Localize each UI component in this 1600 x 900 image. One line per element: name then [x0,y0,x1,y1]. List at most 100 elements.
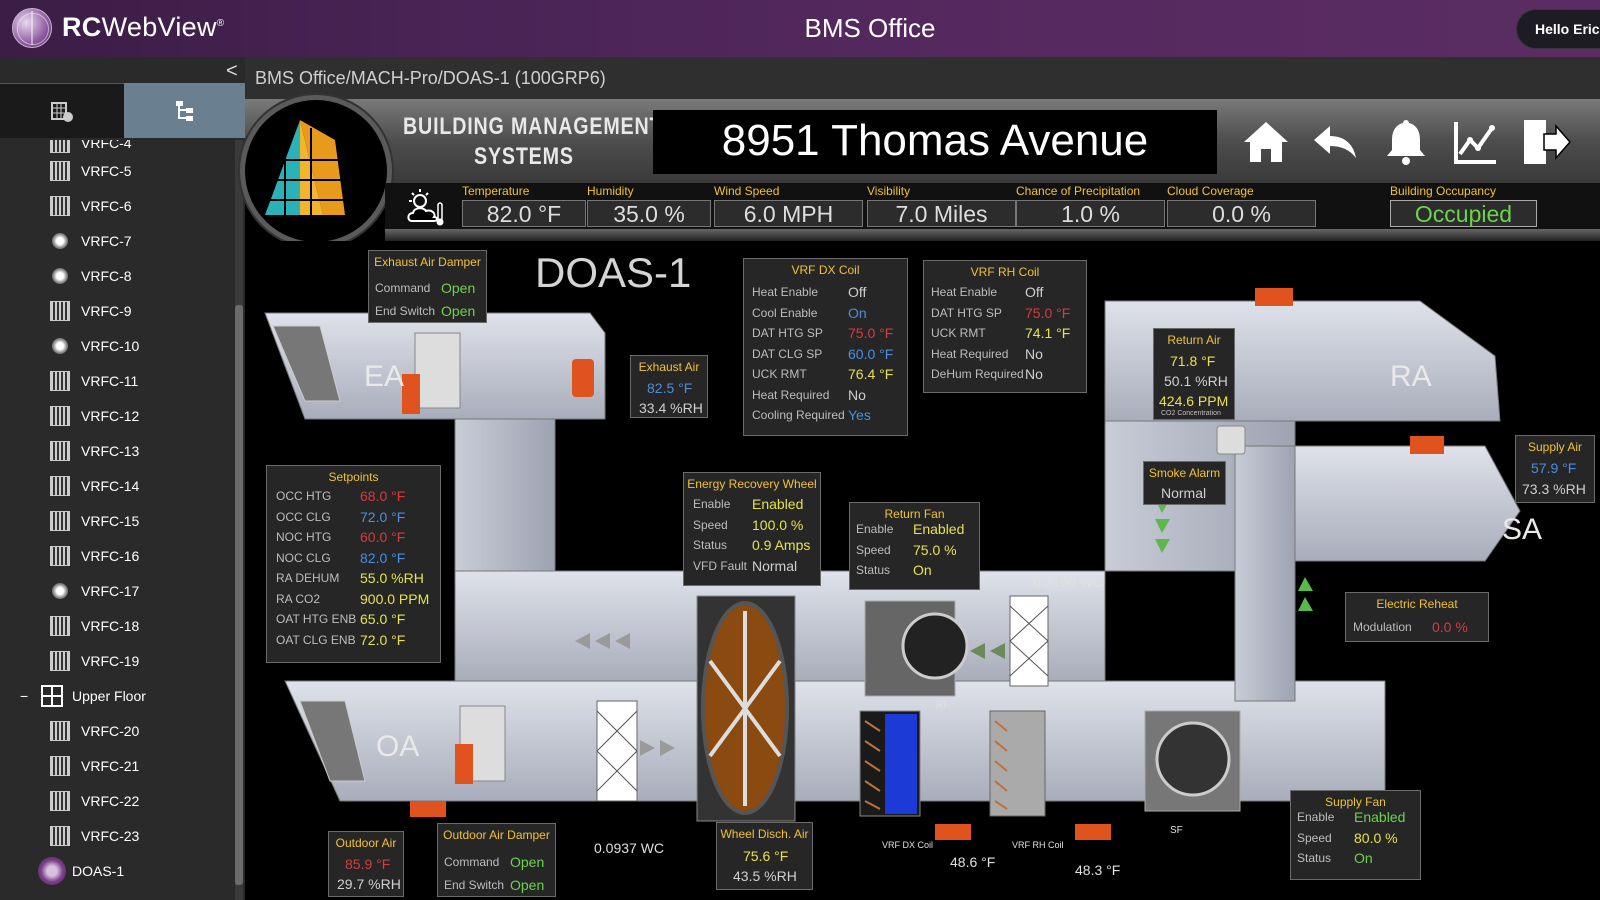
back-arrow-icon[interactable] [1310,116,1362,168]
setpoints-row-label-3: NOC CLG [276,550,331,565]
sidebar-item-label: VRFC-14 [81,478,140,494]
reheat-modulation-label: Modulation [1353,620,1412,634]
sidebar-item-vrfc-9[interactable]: VRFC-9 [0,295,236,327]
wheel-discharge-air-panel[interactable]: Wheel Disch. Air 75.6 °F 43.5 %RH [716,822,813,890]
breadcrumb: BMS Office/MACH-Pro/DOAS-1 (100GRP6) [255,68,606,88]
sidebar-item-vrfc-17[interactable]: VRFC-17 [0,575,236,607]
dx_coil-row-label-5: Heat Required [752,387,830,402]
sidebar-item-vrfc-7[interactable]: VRFC-7 [0,225,236,257]
setpoints-row-value-4: 55.0 %RH [360,570,424,586]
rh_coil-row-label-0: Heat Enable [931,285,998,299]
sidebar-scrollbar-thumb[interactable] [235,305,243,885]
exhaust-damper-title: Exhaust Air Damper [374,255,481,269]
exhaust-air-damper-panel[interactable]: Exhaust Air Damper Command Open End Swit… [368,250,487,323]
app-title: BMS Office [804,13,936,43]
sidebar-item-vrfc-19[interactable]: VRFC-19 [0,645,236,677]
sidebar-item-label: VRFC-9 [81,303,132,319]
sidebar-item-vrfc-14[interactable]: VRFC-14 [0,470,236,502]
home-icon[interactable] [1240,116,1292,168]
supply-air-rh: 73.3 %RH [1522,481,1586,497]
sidebar-item-vrfc-12[interactable]: VRFC-12 [0,400,236,432]
setpoints-row-value-7: 72.0 °F [360,631,406,648]
building-logo-icon [265,120,345,215]
sidebar-item-vrfc-10[interactable]: VRFC-10 [0,330,236,362]
sidebar-item-upper-floor[interactable]: − Upper Floor [0,680,236,712]
return-fan-panel[interactable]: Return Fan Enable Enabled Speed 75.0 % Statu… [849,502,980,590]
weather-label-0: Temperature [462,184,530,198]
sidebar-item-vrfc-18[interactable]: VRFC-18 [0,610,236,642]
energy-recovery-wheel-panel[interactable]: Energy Recovery Wheel Enable Enabled Speed… [683,472,821,586]
user-menu-button[interactable]: Hello Eric [1516,9,1600,49]
dx_coil-row-label-1: Cool Enable [752,305,818,320]
return_fan-row-label-1: Speed [856,542,891,557]
erw-row-label-0: Enable [693,497,731,511]
sidebar-item-vrfc-16[interactable]: VRFC-16 [0,540,236,572]
sidebar-item-vrfc-15[interactable]: VRFC-15 [0,505,236,537]
outdoor-air-damper-panel[interactable]: Outdoor Air Damper Command Open End Swit… [437,823,556,897]
supply-fan-panel[interactable]: Supply Fan Enable Enabled Speed 80.0 % Statu… [1290,790,1421,880]
sidebar-item-vrfc-6[interactable]: VRFC-6 [0,190,236,222]
sidebar-item-vrfc-8[interactable]: VRFC-8 [0,260,236,292]
trend-chart-icon[interactable] [1450,116,1502,168]
sidebar-item-label: VRFC-22 [81,793,140,809]
tab-building-map[interactable] [0,83,124,138]
tab-tree-view[interactable] [124,83,245,138]
vrf-unit-icon [50,546,70,566]
sidebar-item-vrfc-11[interactable]: VRFC-11 [0,365,236,397]
vrf-dx-coil-panel[interactable]: VRF DX Coil Heat Enable Off Cool Enable On D… [743,258,908,436]
setpoints-panel[interactable]: Setpoints OCC HTG 68.0 °F OCC CLG 72.0 °F NO… [266,465,441,663]
exhaust-damper-switch-value: Open [441,303,476,319]
dx_coil-row-label-6: Cooling Required [752,408,845,422]
sidebar-item-doas-1[interactable]: DOAS-1 [0,855,236,887]
vrf-unit-icon [50,721,70,741]
sidebar-item-vrfc-13[interactable]: VRFC-13 [0,435,236,467]
sidebar-item-vrfc-20[interactable]: VRFC-20 [0,715,236,747]
supply-air-panel[interactable]: Supply Air 57.9 °F 73.3 %RH [1515,435,1595,503]
sidebar-item-label: VRFC-11 [81,373,139,389]
return-air-panel[interactable]: Return Air 71.8 °F 50.1 %RH 424.6 PPM CO… [1153,328,1235,420]
collapse-sidebar-chevron-icon[interactable]: < [226,60,238,83]
sidebar-item-vrfc-21[interactable]: VRFC-21 [0,750,236,782]
sidebar-item-label: VRFC-5 [81,163,132,179]
zone-ea-label: EA [364,360,405,393]
static-pressure-supply: 0.3160 WC [1033,574,1104,590]
sidebar-item-vrfc-22[interactable]: VRFC-22 [0,785,236,817]
occupancy-value: Occupied [1390,200,1537,227]
electric-reheat-panel[interactable]: Electric Reheat Modulation 0.0 % [1345,592,1489,642]
expand-collapse-toggle[interactable]: − [20,688,28,704]
return-air-temp: 71.8 °F [1170,353,1216,369]
weather-value-1: 35.0 % [587,200,711,227]
logout-icon[interactable] [1520,116,1572,168]
sidebar-item-label: VRFC-8 [81,268,132,284]
erw-row-value-0: Enabled [752,496,804,512]
sidebar-item-label: VRFC-16 [81,548,140,564]
weather-value-3: 7.0 Miles [867,200,1016,227]
vrf-unit-icon [50,826,70,846]
erw-row-label-2: Status [693,538,728,552]
return-air-co2: 424.6 PPM [1159,393,1229,409]
zone-oa-label: OA [376,730,420,763]
supply_fan-row-value-0: Enabled [1354,809,1406,825]
bms-title-line1: BUILDING MANAGEMENT [403,113,663,140]
return-air-rh: 50.1 %RH [1164,373,1228,389]
supply_fan-row-label-0: Enable [1297,810,1335,824]
erw-row-value-3: Normal [752,557,798,574]
oa-damper-cmd-value: Open [510,854,545,870]
outdoor-air-panel[interactable]: Outdoor Air 85.9 °F 29.7 %RH [328,831,404,897]
exhaust-air-panel[interactable]: Exhaust Air 82.5 °F 33.4 %RH [630,355,708,418]
setpoints-row-value-1: 72.0 °F [360,508,406,525]
weather-label-5: Cloud Coverage [1167,184,1254,198]
weather-value-0: 82.0 °F [462,200,586,227]
return-fan-tag: RF [936,700,950,711]
rh-coil-leaving-temp: 48.3 °F [1075,862,1121,878]
return-air-title: Return Air [1167,333,1221,347]
supply_fan-row-value-1: 80.0 % [1354,829,1398,846]
supply-fan-tag: SF [1170,825,1183,836]
sidebar-item-vrfc-23[interactable]: VRFC-23 [0,820,236,852]
vrf-rh-coil-panel[interactable]: VRF RH Coil Heat Enable Off DAT HTG SP 75.0… [923,260,1087,393]
smoke-alarm-panel[interactable]: Smoke Alarm Normal [1143,461,1226,505]
alarm-bell-icon[interactable] [1380,116,1432,168]
wheel-discharge-rh: 43.5 %RH [733,868,797,884]
sidebar-item-vrfc-5[interactable]: VRFC-5 [0,155,236,187]
erw-row-value-2: 0.9 Amps [752,537,811,553]
